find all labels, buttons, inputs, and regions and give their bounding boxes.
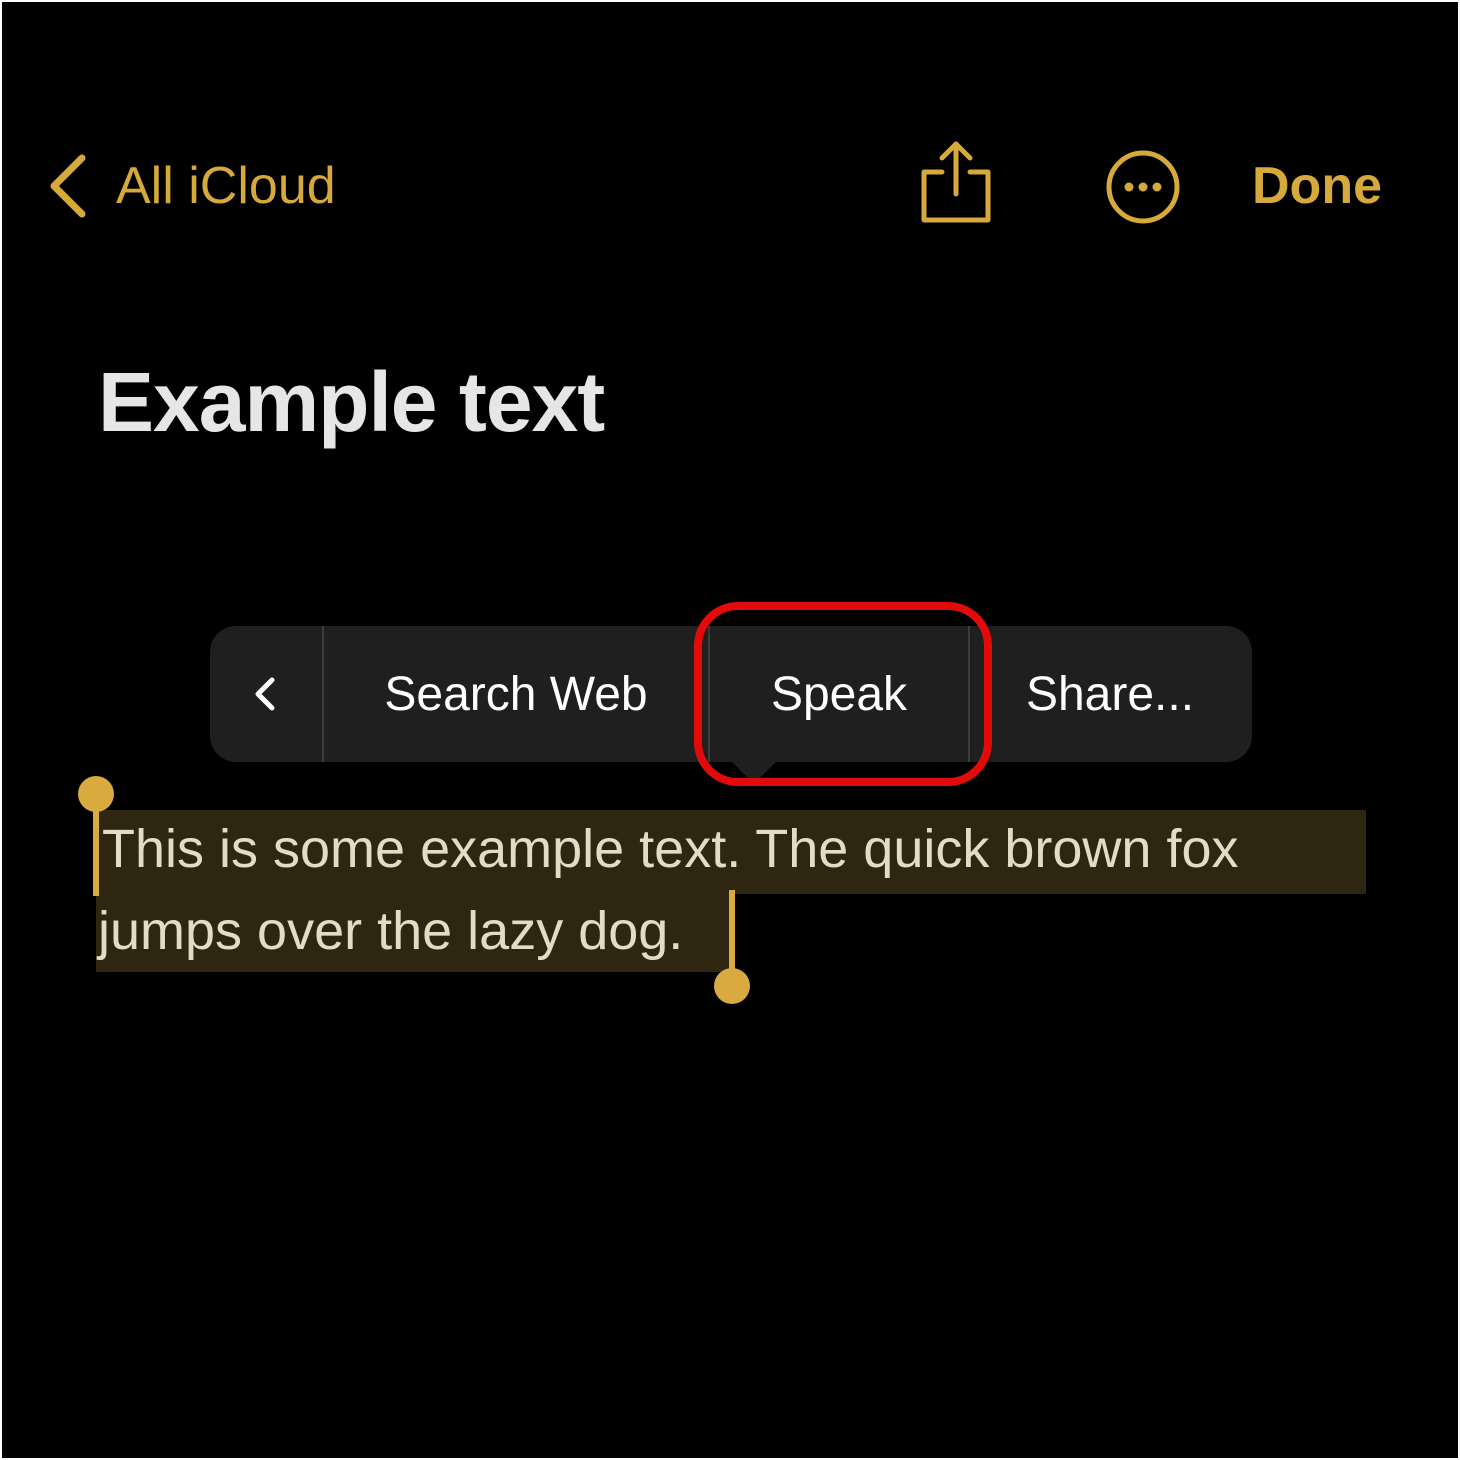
note-body-line[interactable]: jumps over the lazy dog.: [98, 900, 683, 962]
edit-menu: Search Web Speak Share...: [210, 626, 1252, 762]
note-title[interactable]: Example text: [98, 354, 605, 451]
chevron-left-icon: [50, 154, 86, 218]
ellipsis-circle-icon[interactable]: [1104, 148, 1182, 226]
back-button-label: All iCloud: [116, 157, 336, 215]
share-button[interactable]: Share...: [970, 626, 1250, 762]
speak-button[interactable]: Speak: [710, 626, 968, 762]
selection-end-handle[interactable]: [714, 968, 750, 1004]
search-web-button[interactable]: Search Web: [324, 626, 708, 762]
selection-start-caret: [93, 798, 99, 896]
back-button[interactable]: All iCloud: [46, 150, 336, 222]
edit-menu-pointer: [728, 758, 780, 784]
notes-screen: All iCloud Done Example text Search Web …: [2, 2, 1458, 1458]
note-body-line[interactable]: This is some example text. The quick bro…: [102, 818, 1238, 880]
done-button[interactable]: Done: [1252, 150, 1382, 222]
share-icon[interactable]: [916, 136, 996, 228]
chevron-left-icon: [255, 677, 275, 711]
edit-menu-back-button[interactable]: [210, 626, 322, 762]
